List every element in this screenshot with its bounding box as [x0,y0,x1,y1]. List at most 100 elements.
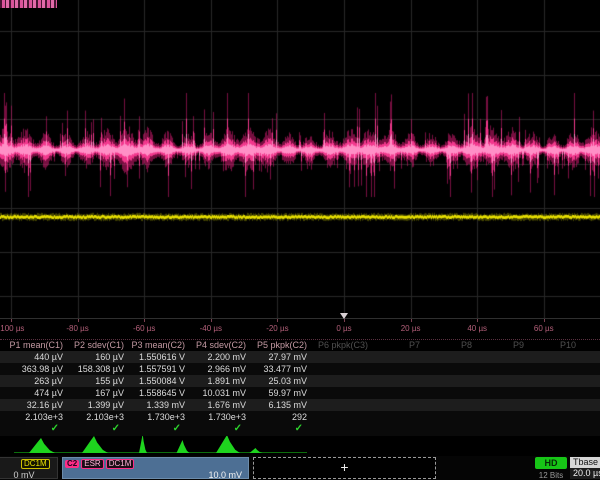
param-stat-cell: 59.97 mV [252,387,313,399]
param-stat-cell: 25.03 mV [252,375,313,387]
cropped-trace-label-badge [0,0,57,8]
param-status-check: ✓ [252,423,313,436]
param-header-p8[interactable]: P8 [426,340,478,351]
param-stat-cell: 1.730e+3 [130,411,191,423]
time-axis-tick [344,319,345,322]
add-trace-button[interactable]: + [253,457,436,479]
param-stat-cell [478,399,530,411]
histicon-4 [177,440,190,453]
timebase-title: Tbase [570,457,600,468]
param-header-p10[interactable]: P10 [530,340,582,351]
hd-bits-label: 12 Bits [531,471,571,480]
c2-label-badge: C2 [65,460,79,468]
param-stat-cell [478,375,530,387]
param-stat-cell [374,387,426,399]
param-stat-cell: 2.200 mV [191,351,252,363]
param-stat-cell [478,387,530,399]
param-stat-cell [426,351,478,363]
param-stat-cell [530,399,582,411]
param-header-p3[interactable]: P3 mean(C2) [130,340,191,351]
param-stat-cell: 10.031 mV [191,387,252,399]
time-axis-tick [11,319,12,322]
param-stat-cell [426,363,478,375]
param-header-p7[interactable]: P7 [374,340,426,351]
histicon-2 [82,436,108,453]
param-status-check [426,423,478,436]
histicon-3 [139,436,147,453]
param-header-p1[interactable]: P1 mean(C1) [8,340,69,351]
time-axis-label: 20 µs [401,324,421,333]
row-spacer [0,399,8,411]
row-spacer [0,387,8,399]
param-stat-cell [530,375,582,387]
time-axis-label: 60 µs [534,324,554,333]
row-spacer [0,423,8,436]
param-stat-cell: 167 µV [69,387,130,399]
row-spacer [0,363,8,375]
time-axis-tick [277,319,278,322]
param-stat-cell: 1.550616 V [130,351,191,363]
param-stat-cell: 2.103e+3 [69,411,130,423]
hd-mode-button[interactable]: HD [535,457,567,469]
param-stat-cell: 1.339 mV [130,399,191,411]
param-stat-cell [478,411,530,423]
param-status-check: ✓ [8,423,69,436]
param-header-p6[interactable]: P6 pkpk(C3) [313,340,374,351]
param-header-p4[interactable]: P4 sdev(C2) [191,340,252,351]
c2-attr-badge: ESR [81,459,103,469]
param-header-p5[interactable]: P5 pkpk(C2) [252,340,313,351]
param-stat-cell [374,375,426,387]
timebase-value: 20.0 µs [570,468,600,479]
c1-coupling-badge: DC1M [21,459,50,469]
time-axis-label: -20 µs [266,324,288,333]
param-stat-cell [374,351,426,363]
param-stat-cell: 27.97 mV [252,351,313,363]
param-status-check [530,423,582,436]
param-stat-cell: 1.550084 V [130,375,191,387]
param-status-check: ✓ [191,423,252,436]
row-spacer [0,375,8,387]
param-status-check [478,423,530,436]
param-stat-cell [313,363,374,375]
time-axis-label: 40 µs [467,324,487,333]
time-axis-tick [411,319,412,322]
histicon-5 [216,436,240,453]
param-stat-cell: 158.308 µV [69,363,130,375]
time-axis-label: 0 µs [336,324,351,333]
param-stat-cell [426,411,478,423]
c1-scale-value: 0 mV [0,470,57,480]
param-stat-cell: 33.477 mV [252,363,313,375]
param-stat-cell [313,399,374,411]
time-axis-label: -40 µs [200,324,222,333]
param-stat-cell: 160 µV [69,351,130,363]
c2-scale-value: 10.0 mV [63,470,248,480]
trigger-time-marker[interactable] [340,313,348,319]
param-header-p2[interactable]: P2 sdev(C1) [69,340,130,351]
param-stat-cell [530,363,582,375]
param-stat-cell: 292 [252,411,313,423]
waveform-display[interactable] [0,0,600,318]
param-stat-cell [313,351,374,363]
oscilloscope-screen: -100 µs-80 µs-60 µs-40 µs-20 µs0 µs20 µs… [0,0,600,480]
channel-c1-descriptor[interactable]: DC1M 0 mV [0,457,58,479]
time-axis[interactable]: -100 µs-80 µs-60 µs-40 µs-20 µs0 µs20 µs… [0,318,600,339]
parameter-histicons [0,436,600,456]
time-axis-tick [211,319,212,322]
param-status-check: ✓ [130,423,191,436]
param-stat-cell [313,375,374,387]
param-stat-cell: 2.966 mV [191,363,252,375]
param-header-p9[interactable]: P9 [478,340,530,351]
param-stat-cell [374,399,426,411]
param-status-check: ✓ [69,423,130,436]
param-stat-cell [374,411,426,423]
measurement-table: P1 mean(C1)P2 sdev(C1)P3 mean(C2)P4 sdev… [0,339,600,436]
param-stat-cell [313,411,374,423]
param-stat-cell: 1.399 µV [69,399,130,411]
param-stat-cell: 155 µV [69,375,130,387]
param-stat-cell: 1.557591 V [130,363,191,375]
channel-c2-descriptor[interactable]: C2 ESRDC1M 10.0 mV [62,457,249,479]
row-spacer [0,351,8,363]
param-stat-cell [426,399,478,411]
timebase-descriptor[interactable]: Tbase 20.0 µs [570,457,600,479]
time-axis-tick [78,319,79,322]
